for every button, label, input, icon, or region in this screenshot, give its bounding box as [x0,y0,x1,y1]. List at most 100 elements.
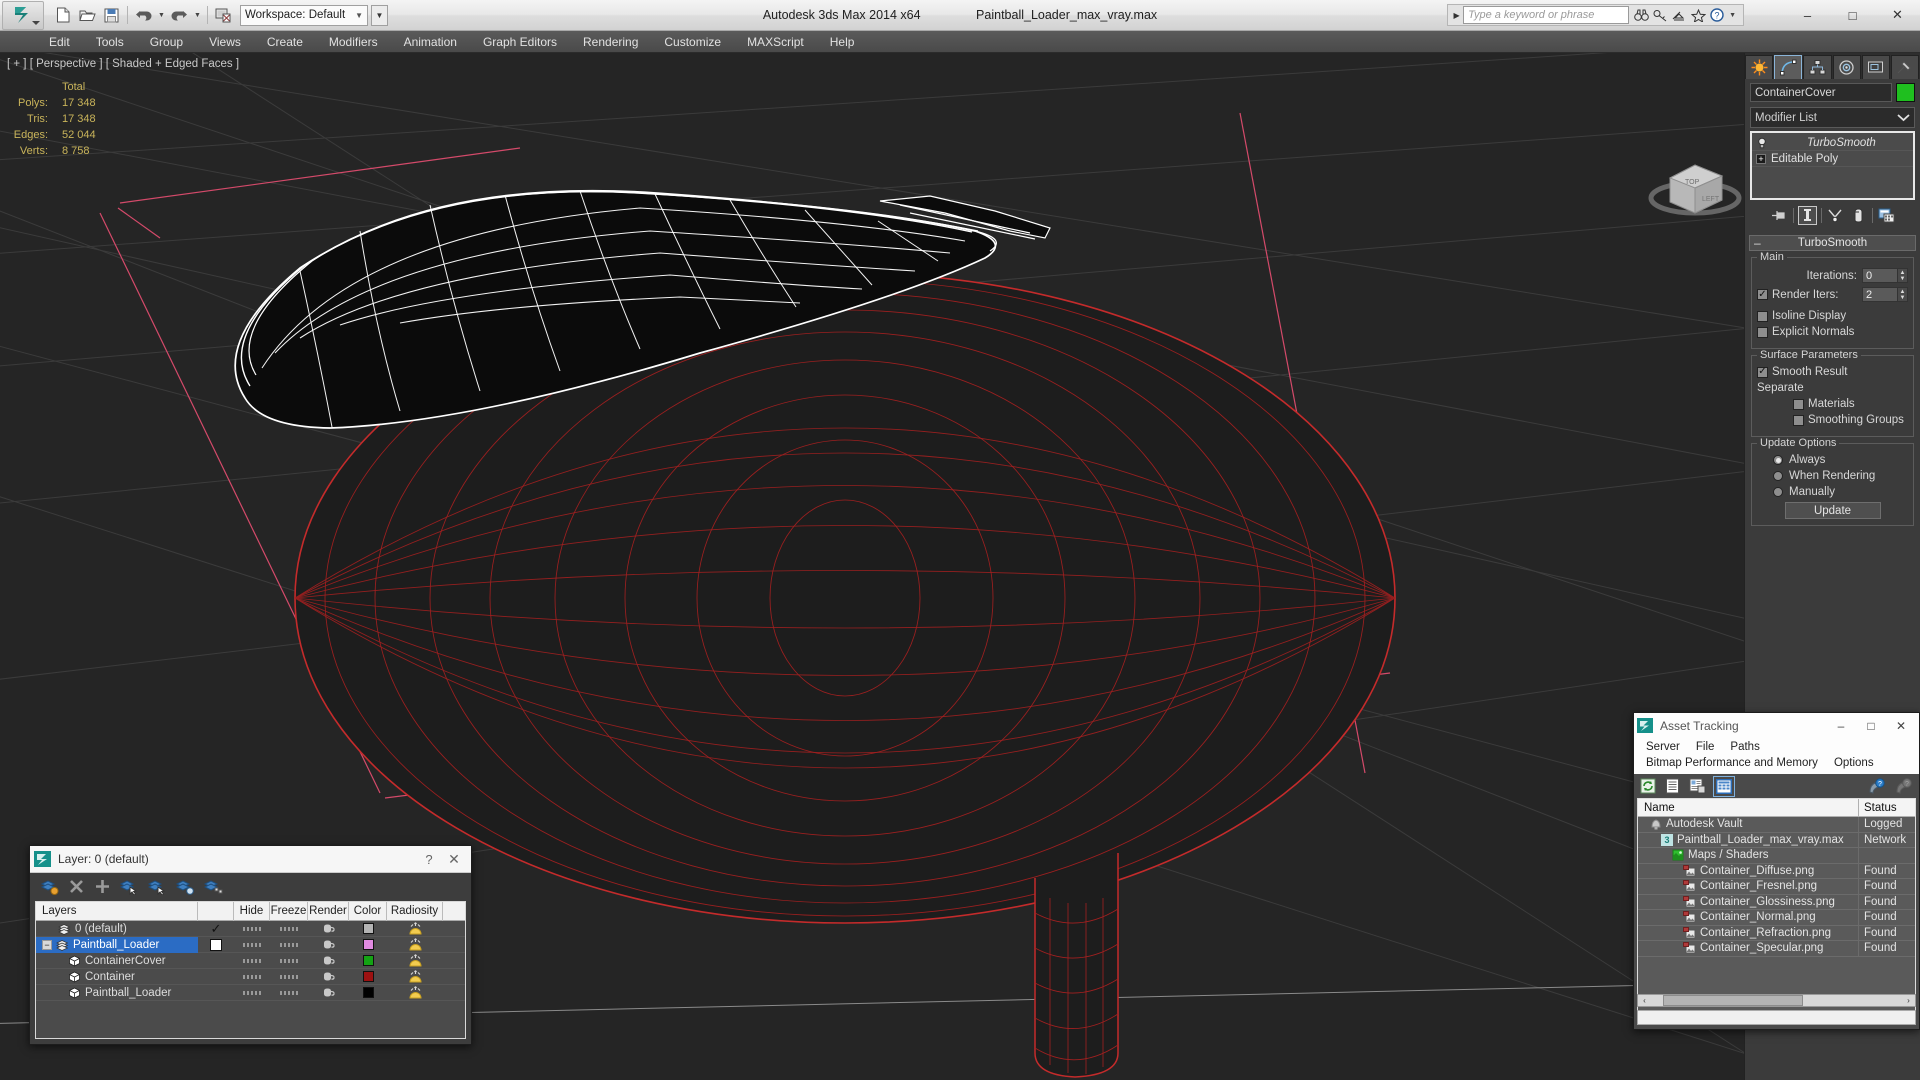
layer-color-cell[interactable] [349,969,387,985]
close-button[interactable]: ✕ [1875,0,1920,30]
render-iters-stepper[interactable]: ▲ ▼ [1898,287,1908,302]
asset-row[interactable]: Container_Diffuse.png Found [1638,863,1915,879]
asset-row-name-cell[interactable]: Container_Diffuse.png [1638,863,1859,879]
layer-dialog-close-button[interactable]: ✕ [441,851,467,868]
smooth-result-row[interactable]: Smooth Result [1757,366,1908,378]
layer-column-freeze[interactable]: Freeze [270,901,308,921]
update-option-manually[interactable]: Manually [1757,486,1908,498]
menu-item-group[interactable]: Group [137,31,196,53]
layer-row[interactable]: Container [36,969,465,985]
logo-dropdown-arrow[interactable] [32,20,40,25]
asset-menu-paths[interactable]: Paths [1722,739,1767,755]
remove-help-icon[interactable]: ? [1895,777,1913,795]
menu-item-animation[interactable]: Animation [391,31,470,53]
update-option-when-rendering[interactable]: When Rendering [1757,470,1908,482]
explicit-normals-checkbox[interactable] [1757,326,1768,338]
asset-column-name[interactable]: Name [1638,799,1859,817]
modify-tab[interactable] [1774,55,1803,79]
remove-modifier-icon[interactable] [1849,206,1868,225]
materials-row[interactable]: Materials [1757,398,1908,410]
refresh-icon[interactable] [1640,778,1656,794]
asset-list-rows[interactable]: Autodesk Vault Logged 3 Paintball_Loader_ma… [1638,816,1915,957]
layer-render-cell[interactable] [308,953,349,969]
modifier-stack[interactable]: TurboSmooth + Editable Poly [1750,131,1915,200]
layer-list-rows[interactable]: 0 (default) ✓ − Paintball_Loader ContainerCo… [36,921,465,1001]
layer-row-name-cell[interactable]: − Paintball_Loader [36,936,198,953]
minimize-button[interactable]: – [1785,0,1830,30]
detail-view-icon[interactable] [1689,778,1706,794]
add-help-icon[interactable]: ? [1868,777,1886,795]
always-radio[interactable] [1773,455,1783,465]
current-layer-box-icon[interactable] [210,938,222,951]
layer-render-cell[interactable] [308,969,349,985]
search-expand-icon[interactable]: ▶ [1450,11,1463,20]
layer-radiosity-cell[interactable] [387,969,443,985]
layer-current-cell[interactable] [198,985,234,1001]
object-color-swatch[interactable] [1896,83,1915,102]
layer-column-radiosity[interactable]: Radiosity [387,901,443,921]
layer-column-render[interactable]: Render [308,901,349,921]
layer-current-cell[interactable] [198,953,234,969]
layer-column-layers[interactable]: Layers [36,901,198,921]
layer-delete-icon[interactable] [40,878,59,895]
motion-tab[interactable] [1832,55,1861,79]
asset-column-status[interactable]: Status [1859,802,1915,814]
layer-row[interactable]: 0 (default) ✓ [36,921,465,937]
rollout-collapse-icon[interactable]: – [1754,236,1761,250]
asset-menu-file[interactable]: File [1688,739,1723,755]
satellite-icon[interactable] [1672,9,1687,22]
layer-radiosity-cell[interactable] [387,937,443,953]
layer-freeze-cell[interactable] [270,953,308,969]
render-iters-checkbox[interactable] [1757,289,1768,300]
asset-row-name-cell[interactable]: Maps / Shaders [1638,847,1859,863]
update-option-always[interactable]: Always [1757,454,1908,466]
star-icon[interactable] [1691,8,1707,22]
layer-expander-icon[interactable]: − [42,939,52,950]
update-button[interactable]: Update [1784,502,1881,519]
asset-row[interactable]: 3 Paintball_Loader_max_vray.max Network [1638,832,1915,848]
undo-button[interactable] [132,4,155,27]
redo-button[interactable] [168,4,191,27]
layer-color-swatch[interactable] [362,939,374,950]
layer-row[interactable]: ContainerCover [36,953,465,969]
layer-freeze-cell[interactable] [270,921,308,937]
object-name-field[interactable]: ContainerCover [1750,83,1892,102]
menu-item-graph-editors[interactable]: Graph Editors [470,31,570,53]
layer-radiosity-cell[interactable] [387,985,443,1001]
menu-item-maxscript[interactable]: MAXScript [734,31,817,53]
help-dropdown-icon[interactable]: ▼ [1729,12,1736,19]
modifier-stack-item-editable-poly[interactable]: + Editable Poly [1752,151,1913,167]
configure-sets-icon[interactable] [1877,206,1896,225]
modifier-list-dropdown[interactable]: Modifier List [1750,107,1915,128]
save-file-button[interactable] [100,4,123,27]
explicit-normals-row[interactable]: Explicit Normals [1757,326,1908,338]
search-input[interactable]: Type a keyword or phrase [1463,6,1630,24]
asset-maximize-button[interactable]: □ [1856,713,1886,738]
redo-dropdown[interactable]: ▼ [192,4,203,27]
menu-item-modifiers[interactable]: Modifiers [316,31,391,53]
show-end-result-icon[interactable] [1797,205,1817,225]
layer-row-name-cell[interactable]: Paintball_Loader [36,985,198,1001]
layer-settings-icon[interactable] [204,878,223,895]
smooth-result-checkbox[interactable] [1757,366,1768,378]
asset-row[interactable]: Container_Specular.png Found [1638,940,1915,957]
project-folder-button[interactable] [212,4,235,27]
layer-row[interactable]: Paintball_Loader [36,985,465,1001]
help-icon[interactable]: ? [1710,8,1725,22]
asset-row-name-cell[interactable]: Container_Glossiness.png [1638,894,1859,910]
utilities-tab[interactable] [1890,55,1920,79]
render-iters-spinner[interactable]: 2 ▲ ▼ [1862,287,1908,302]
render-iters-field[interactable]: 2 [1862,287,1898,302]
layer-render-cell[interactable] [308,921,349,937]
layer-color-cell[interactable] [349,937,387,953]
lightbulb-icon[interactable] [1756,137,1768,149]
iterations-field[interactable]: 0 [1862,268,1898,283]
create-tab[interactable] [1745,55,1774,79]
smoothing-groups-checkbox[interactable] [1793,414,1804,426]
layer-add-selection-icon[interactable] [176,878,195,895]
layer-dialog[interactable]: Layer: 0 (default) ? ✕ Layers Hide Freeze R… [29,845,472,1045]
pin-stack-icon[interactable] [1770,206,1789,225]
layer-row-name-cell[interactable]: ContainerCover [36,953,198,969]
layer-radiosity-cell[interactable] [387,953,443,969]
layer-color-cell[interactable] [349,953,387,969]
